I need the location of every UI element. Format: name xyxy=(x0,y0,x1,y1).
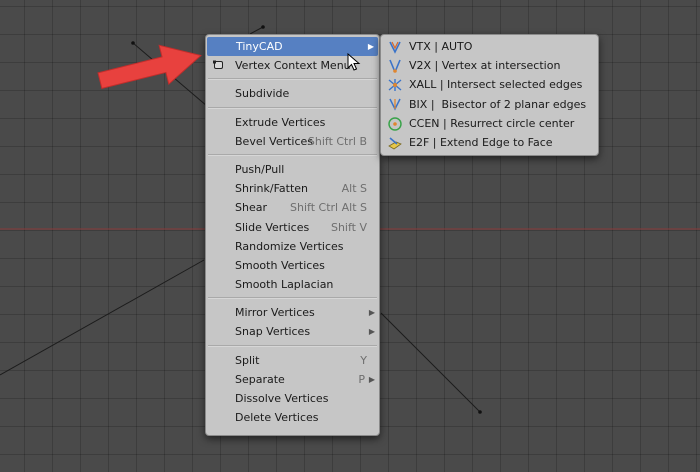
submenu-arrow-icon: ▶ xyxy=(368,374,375,384)
submenu-arrow-icon: ▶ xyxy=(368,327,375,337)
submenu-item-vtx[interactable]: VTX | AUTO xyxy=(381,37,598,56)
submenu-arrow-icon: ▶ xyxy=(367,42,374,51)
vtx-icon xyxy=(389,41,401,54)
mesh-edge xyxy=(0,259,205,376)
submenu-item-bix[interactable]: BIX | Bisector of 2 planar edges xyxy=(381,95,598,114)
menu-item-randomize-vertices[interactable]: Randomize Vertices xyxy=(206,237,379,256)
menu-item-split[interactable]: Split Y xyxy=(206,351,379,370)
submenu-item-v2x[interactable]: V2X | Vertex at intersection xyxy=(381,56,598,75)
tinycad-submenu: VTX | AUTO V2X | Vertex at intersection XA… xyxy=(380,34,599,156)
menu-item-label: Vertex Context Menu xyxy=(235,59,351,73)
mesh-edge xyxy=(380,312,481,413)
menu-separator xyxy=(208,78,377,81)
menu-item-shortcut: Shift Ctrl B xyxy=(307,134,367,148)
menu-item-slide-vertices[interactable]: Slide Vertices Shift V xyxy=(206,218,379,237)
menu-item-dissolve-vertices[interactable]: Dissolve Vertices xyxy=(206,389,379,408)
vertex-context-menu: TinyCAD ▶ Vertex Context Menu Subdivide Extr… xyxy=(205,34,380,436)
menu-item-shortcut: Alt S xyxy=(341,182,367,196)
menu-item-separate[interactable]: Separate P ▶ xyxy=(206,370,379,389)
menu-item-shortcut: Shift V xyxy=(330,220,367,234)
menu-item-label: Subdivide xyxy=(235,87,290,101)
menu-item-smooth-laplacian[interactable]: Smooth Laplacian xyxy=(206,275,379,294)
menu-separator xyxy=(208,297,377,300)
submenu-item-ccen[interactable]: CCEN | Resurrect circle center xyxy=(381,114,598,133)
menu-item-shortcut: Shift Ctrl Alt S xyxy=(290,201,367,215)
menu-separator xyxy=(208,153,377,156)
submenu-item-label: CCEN | Resurrect circle center xyxy=(409,116,575,130)
menu-item-mirror-vertices[interactable]: Mirror Vertices ▶ xyxy=(206,303,379,322)
menu-item-snap-vertices[interactable]: Snap Vertices ▶ xyxy=(206,322,379,341)
xall-icon xyxy=(388,79,402,92)
menu-item-label: Shrink/Fatten xyxy=(235,182,309,196)
mesh-vertex[interactable] xyxy=(478,410,482,414)
submenu-item-label: V2X | Vertex at intersection xyxy=(409,59,561,73)
menu-item-label: Separate xyxy=(235,372,285,386)
menu-item-label: Dissolve Vertices xyxy=(235,392,329,405)
submenu-item-label: BIX | Bisector of 2 planar edges xyxy=(409,97,587,111)
mouse-cursor-icon xyxy=(347,53,361,71)
menu-item-delete-vertices[interactable]: Delete Vertices xyxy=(206,408,379,427)
menu-item-label: Push/Pull xyxy=(235,162,285,176)
menu-item-label: Randomize Vertices xyxy=(235,239,344,253)
menu-item-label: Smooth Laplacian xyxy=(235,278,334,292)
menu-item-subdivide[interactable]: Subdivide xyxy=(206,84,379,103)
menu-item-shear[interactable]: Shear Shift Ctrl Alt S xyxy=(206,198,379,217)
mesh-edge xyxy=(249,26,264,35)
mesh-vertex[interactable] xyxy=(261,25,265,29)
submenu-item-label: E2F | Extend Edge to Face xyxy=(409,135,553,149)
submenu-item-e2f[interactable]: E2F | Extend Edge to Face xyxy=(381,133,598,152)
menu-item-label: Smooth Vertices xyxy=(235,258,325,272)
menu-item-shrink-fatten[interactable]: Shrink/Fatten Alt S xyxy=(206,179,379,198)
menu-separator xyxy=(208,344,377,347)
v2x-icon xyxy=(389,59,401,73)
submenu-item-label: VTX | AUTO xyxy=(409,40,473,53)
menu-separator xyxy=(208,106,377,109)
bix-icon xyxy=(389,98,401,111)
menu-item-label: Shear xyxy=(235,201,267,215)
menu-item-shortcut: P xyxy=(358,372,365,386)
menu-item-label: Extrude Vertices xyxy=(235,115,326,129)
menu-item-label: TinyCAD xyxy=(236,40,283,53)
pointer-annotation-arrow xyxy=(97,44,202,90)
menu-item-label: Split xyxy=(235,353,260,367)
submenu-item-label: XALL | Intersect selected edges xyxy=(409,78,583,92)
menu-item-smooth-vertices[interactable]: Smooth Vertices xyxy=(206,256,379,275)
menu-item-push-pull[interactable]: Push/Pull xyxy=(206,160,379,179)
menu-item-label: Slide Vertices xyxy=(235,220,310,234)
menu-item-bevel-vertices[interactable]: Bevel Vertices Shift Ctrl B xyxy=(206,132,379,151)
menu-item-label: Snap Vertices xyxy=(235,325,311,339)
menu-item-label: Bevel Vertices xyxy=(235,134,314,148)
menu-item-shortcut: Y xyxy=(360,353,367,367)
submenu-arrow-icon: ▶ xyxy=(368,308,375,318)
menu-item-label: Delete Vertices xyxy=(235,411,319,425)
ccen-icon xyxy=(388,117,402,131)
menu-item-label: Mirror Vertices xyxy=(235,306,315,320)
menu-item-extrude-vertices[interactable]: Extrude Vertices xyxy=(206,113,379,132)
submenu-item-xall[interactable]: XALL | Intersect selected edges xyxy=(381,75,598,94)
e2f-icon xyxy=(388,137,402,150)
